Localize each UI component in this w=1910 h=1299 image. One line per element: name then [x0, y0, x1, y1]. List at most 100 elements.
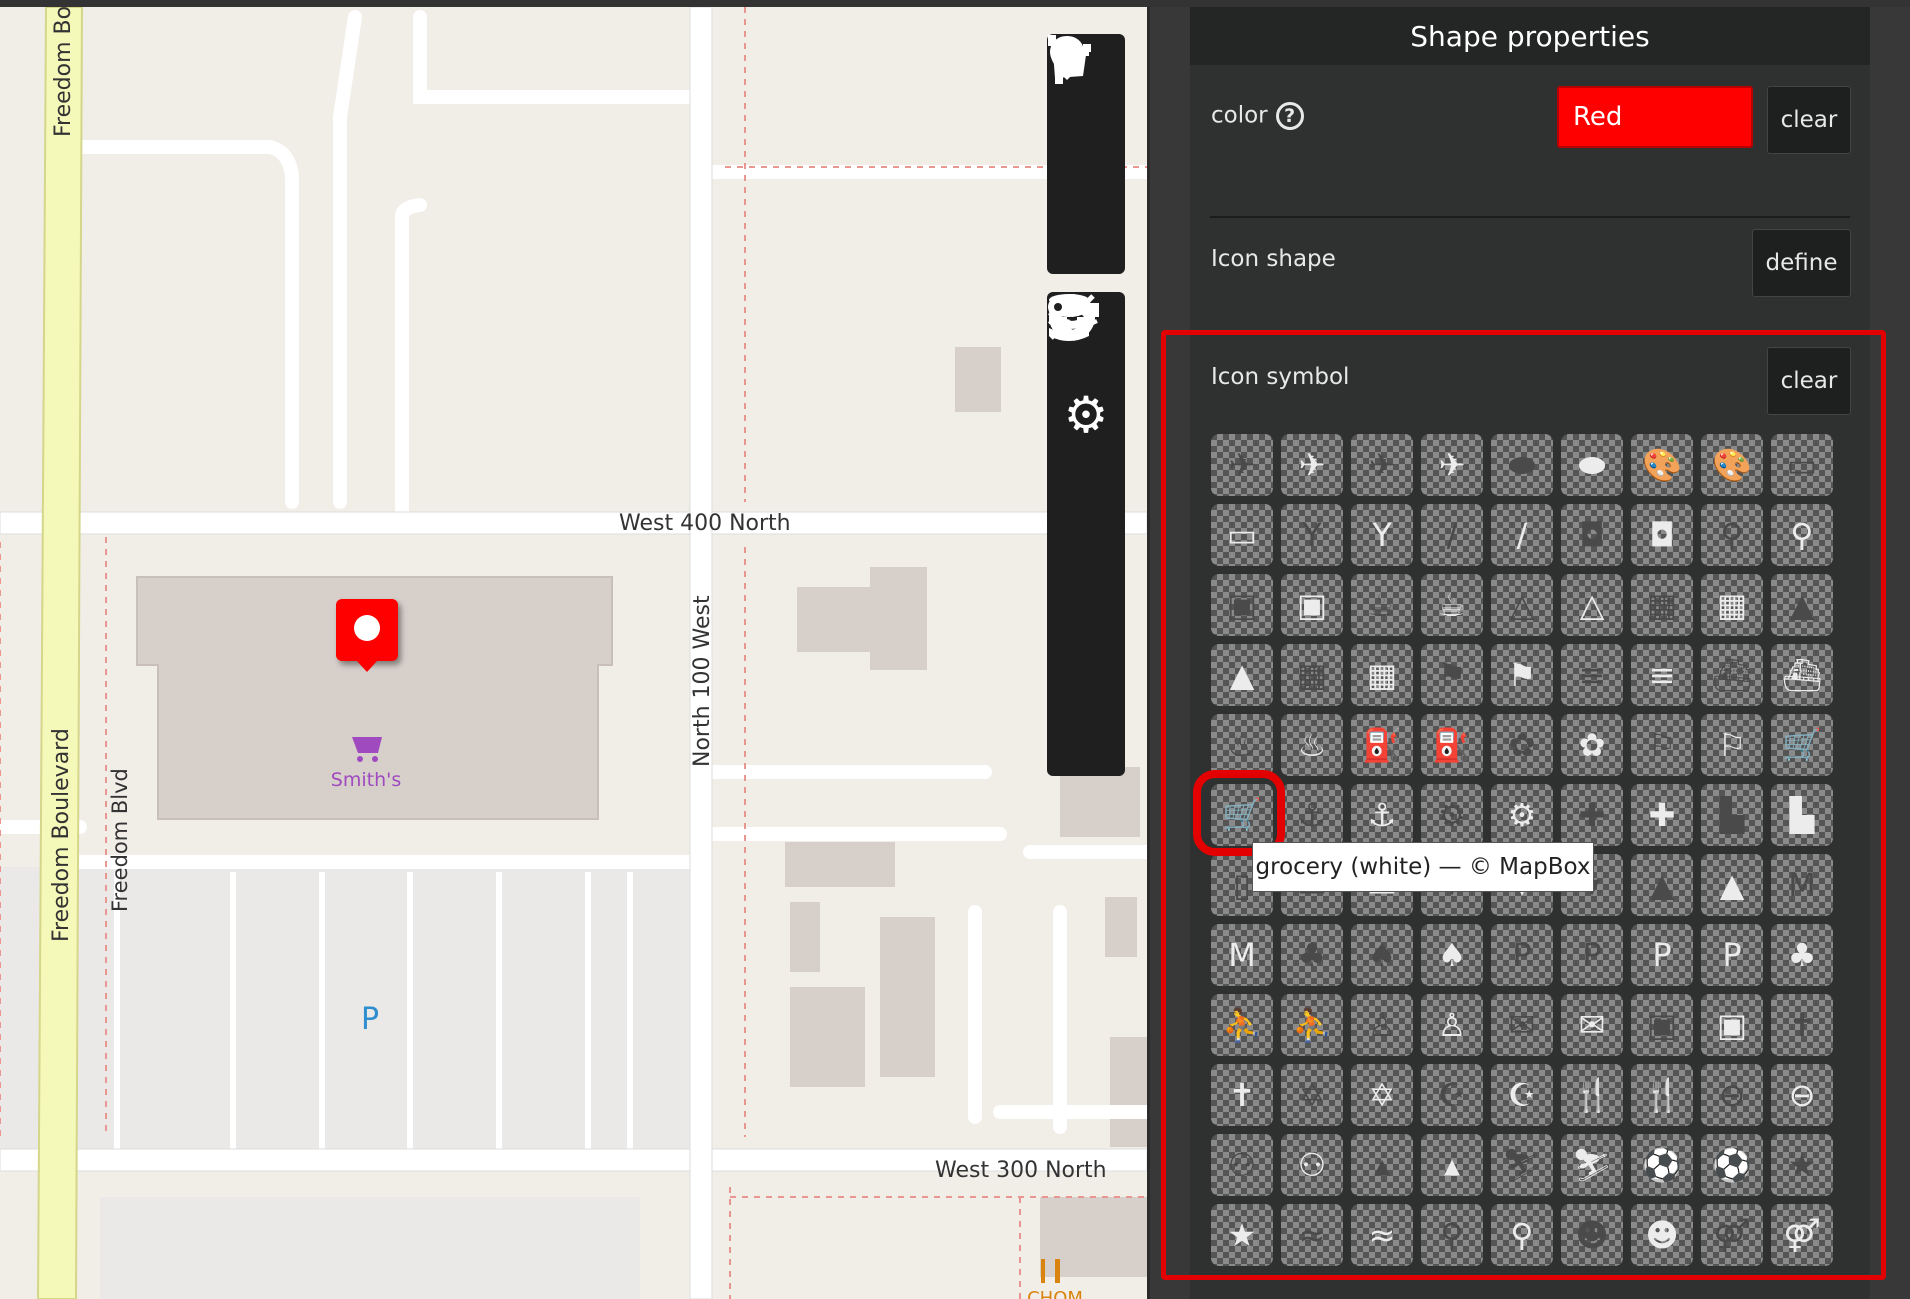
harbor-dark-icon[interactable]: ⚓: [1281, 784, 1343, 846]
ferry-white-icon[interactable]: ⛴: [1771, 644, 1833, 706]
cinema-dark-icon[interactable]: ▦: [1631, 574, 1693, 636]
campsite-dark-icon[interactable]: △: [1491, 574, 1553, 636]
rail-dark-icon[interactable]: ▣: [1631, 994, 1693, 1056]
campsite-white-icon[interactable]: △: [1561, 574, 1623, 636]
commercial-dark-icon[interactable]: ▦: [1281, 644, 1343, 706]
college-white-icon[interactable]: ▲: [1211, 644, 1273, 706]
religious-christian-white-icon[interactable]: ✝: [1211, 1064, 1273, 1126]
religious-muslim-dark-icon[interactable]: ☪: [1421, 1064, 1483, 1126]
airfield-dark-icon[interactable]: ✈: [1211, 434, 1273, 496]
american-football-dark-icon[interactable]: ⬬: [1491, 434, 1553, 496]
parking-white-icon[interactable]: P: [1701, 924, 1763, 986]
post-white-icon[interactable]: ✉: [1561, 994, 1623, 1056]
color-clear-button[interactable]: clear: [1767, 86, 1851, 154]
art-gallery-white-icon[interactable]: 🎨: [1701, 434, 1763, 496]
fire-station-dark-icon[interactable]: ♨: [1211, 714, 1273, 776]
map-canvas[interactable]: Freedom Bo Freedom Boulevard Freedom Blv…: [0, 7, 1147, 1299]
religious-muslim-white-icon[interactable]: ☪: [1491, 1064, 1553, 1126]
star-dark-icon[interactable]: ★: [1771, 1134, 1833, 1196]
airfield-white-icon[interactable]: ✈: [1281, 434, 1343, 496]
ferry-dark-icon[interactable]: ⛴: [1701, 644, 1763, 706]
heliport-dark-icon[interactable]: ⚙: [1421, 784, 1483, 846]
icon-shape-define-button[interactable]: define: [1752, 229, 1851, 297]
golf-white-icon[interactable]: ⚐: [1701, 714, 1763, 776]
school-white-icon[interactable]: ⚇: [1281, 1134, 1343, 1196]
toilets-white-icon[interactable]: ⚤: [1771, 1204, 1833, 1266]
airport-white-icon[interactable]: ✈: [1421, 434, 1483, 496]
collapse-button[interactable]: [1047, 294, 1125, 688]
religious-jewish-dark-icon[interactable]: ✡: [1281, 1064, 1343, 1126]
parking-garage-white-icon[interactable]: P: [1631, 924, 1693, 986]
bar-white-icon[interactable]: Y: [1351, 504, 1413, 566]
industrial-white-icon[interactable]: ▙: [1771, 784, 1833, 846]
baseball-dark-icon[interactable]: /: [1421, 504, 1483, 566]
fast-food-white-icon[interactable]: ≡: [1631, 644, 1693, 706]
tennis-dark-icon[interactable]: ⚲: [1421, 1204, 1483, 1266]
toilets-dark-icon[interactable]: ⚤: [1701, 1204, 1763, 1266]
fire-station-white-icon[interactable]: ♨: [1281, 714, 1343, 776]
database-button[interactable]: [1047, 294, 1125, 610]
settings-button[interactable]: ⚙: [1047, 376, 1125, 454]
draw-polygon-button[interactable]: [1047, 35, 1125, 270]
bicycle-dark-icon[interactable]: ⚲: [1701, 504, 1763, 566]
heliport-white-icon[interactable]: ⚙: [1491, 784, 1553, 846]
basketball-dark-icon[interactable]: ◘: [1561, 504, 1623, 566]
grocery-white-icon[interactable]: 🛒: [1211, 784, 1273, 846]
baseball-white-icon[interactable]: /: [1491, 504, 1553, 566]
garden-dark-icon[interactable]: ✿: [1491, 714, 1553, 776]
monument-dark-icon[interactable]: ▲: [1631, 854, 1693, 916]
swimming-dark-icon[interactable]: ≈: [1281, 1204, 1343, 1266]
museum-white-icon[interactable]: M: [1211, 924, 1273, 986]
shop-white-icon[interactable]: ▴: [1421, 1134, 1483, 1196]
cinema-white-icon[interactable]: ▦: [1701, 574, 1763, 636]
bank-white-icon[interactable]: ▭: [1211, 504, 1273, 566]
soccer-dark-icon[interactable]: ⚽: [1631, 1134, 1693, 1196]
cafe-dark-icon[interactable]: ☕: [1351, 574, 1413, 636]
bar-dark-icon[interactable]: Y: [1281, 504, 1343, 566]
roadblock-white-icon[interactable]: ⊖: [1771, 1064, 1833, 1126]
skiing-dark-icon[interactable]: ⛷: [1491, 1134, 1553, 1196]
pitch-white-icon[interactable]: ⛹: [1281, 994, 1343, 1056]
swimming-white-icon[interactable]: ≈: [1351, 1204, 1413, 1266]
airport-dark-icon[interactable]: ✈: [1351, 434, 1413, 496]
park2-white-icon[interactable]: ♠: [1421, 924, 1483, 986]
parking-garage-dark-icon[interactable]: P: [1561, 924, 1623, 986]
rail-white-icon[interactable]: ▣: [1701, 994, 1763, 1056]
commercial-white-icon[interactable]: ▦: [1351, 644, 1413, 706]
grocery-dark-icon[interactable]: 🛒: [1771, 714, 1833, 776]
post-dark-icon[interactable]: ✉: [1491, 994, 1553, 1056]
park-dark-icon[interactable]: ♣: [1281, 924, 1343, 986]
restaurant-white-icon[interactable]: 🍴: [1631, 1064, 1693, 1126]
garden-white-icon[interactable]: ✿: [1561, 714, 1623, 776]
park2-dark-icon[interactable]: ♠: [1351, 924, 1413, 986]
pitch-dark-icon[interactable]: ⛹: [1211, 994, 1273, 1056]
college-dark-icon[interactable]: ▲: [1771, 574, 1833, 636]
theatre-dark-icon[interactable]: ☻: [1561, 1204, 1623, 1266]
police-white-icon[interactable]: ♙: [1421, 994, 1483, 1056]
theatre-white-icon[interactable]: ☻: [1631, 1204, 1693, 1266]
help-icon[interactable]: ?: [1275, 102, 1304, 130]
fuel-dark-icon[interactable]: ⛽: [1351, 714, 1413, 776]
hospital-dark-icon[interactable]: ✚: [1561, 784, 1623, 846]
skiing-white-icon[interactable]: ⛷: [1561, 1134, 1623, 1196]
hospital-white-icon[interactable]: ✚: [1631, 784, 1693, 846]
fuel-white-icon[interactable]: ⛽: [1421, 714, 1483, 776]
park-white-icon[interactable]: ♣: [1771, 924, 1833, 986]
school-dark-icon[interactable]: ⚇: [1211, 1134, 1273, 1196]
shop-dark-icon[interactable]: ▴: [1351, 1134, 1413, 1196]
monument-white-icon[interactable]: ▲: [1701, 854, 1763, 916]
fast-food-dark-icon[interactable]: ≡: [1561, 644, 1623, 706]
police-dark-icon[interactable]: ♙: [1351, 994, 1413, 1056]
layers-button[interactable]: [1047, 295, 1125, 532]
cafe-white-icon[interactable]: ☕: [1421, 574, 1483, 636]
star-white-icon[interactable]: ★: [1211, 1204, 1273, 1266]
soccer-white-icon[interactable]: ⚽: [1701, 1134, 1763, 1196]
roadblock-dark-icon[interactable]: ⊖: [1701, 1064, 1763, 1126]
religious-jewish-white-icon[interactable]: ✡: [1351, 1064, 1413, 1126]
bus-dark-icon[interactable]: ▣: [1211, 574, 1273, 636]
embassy-white-icon[interactable]: ⚑: [1491, 644, 1553, 706]
bus-white-icon[interactable]: ▣: [1281, 574, 1343, 636]
icon-symbol-clear-button[interactable]: clear: [1767, 347, 1851, 415]
basketball-white-icon[interactable]: ◘: [1631, 504, 1693, 566]
bicycle-white-icon[interactable]: ⚲: [1771, 504, 1833, 566]
